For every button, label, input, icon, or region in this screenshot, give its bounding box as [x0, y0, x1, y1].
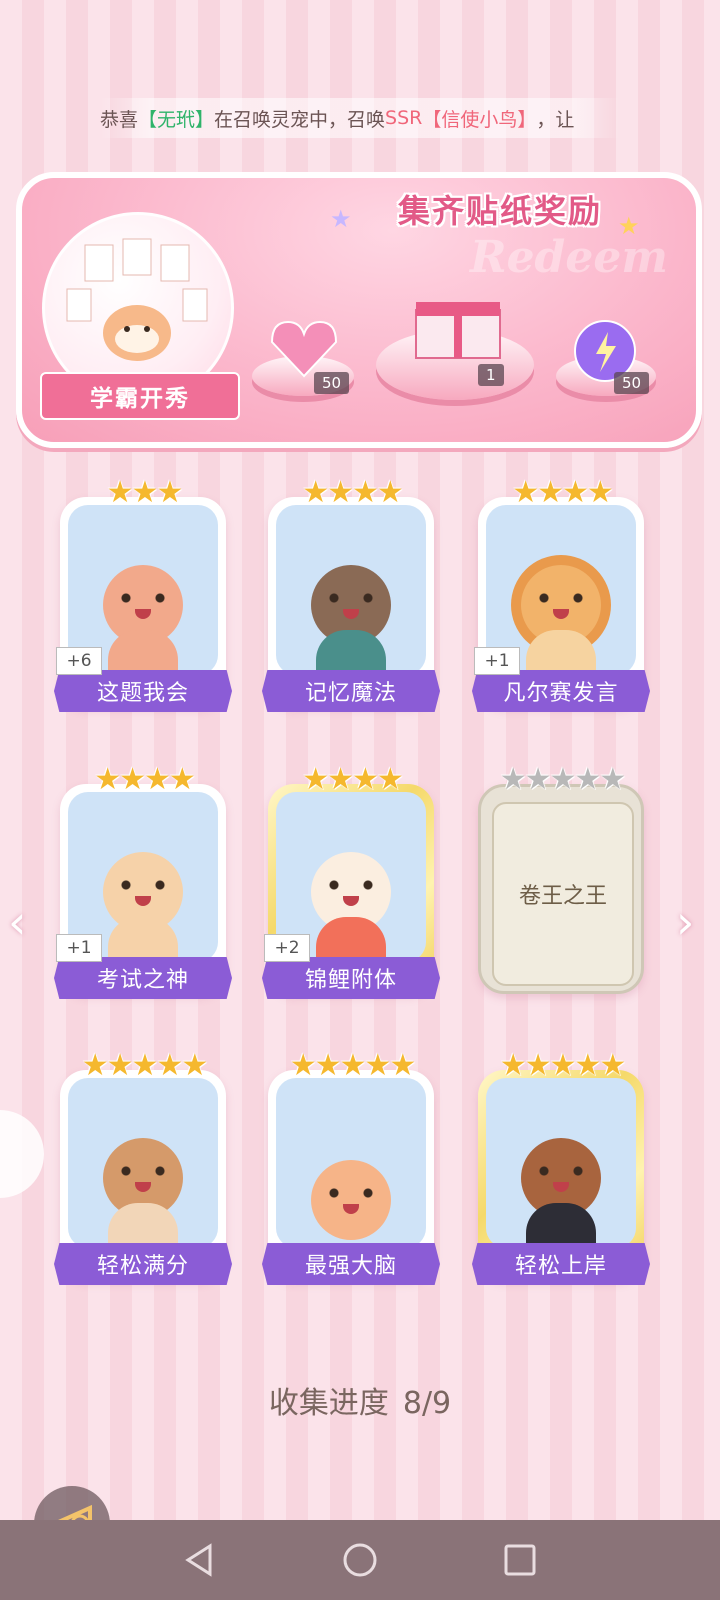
next-page-arrow-icon[interactable]: › — [676, 895, 694, 949]
collection-progress: 收集进度 8/9 — [0, 1378, 720, 1422]
sticker-card-locked[interactable]: 卷王之王 ★★★★★ — [478, 762, 646, 1002]
ticker-prefix: 恭喜 — [100, 108, 139, 131]
heart-qty: 50 — [314, 372, 350, 394]
sticker-card[interactable]: ★★★★ 凡尔赛发言 +1 — [472, 475, 650, 715]
sticker-name: 记忆魔法 — [262, 670, 440, 712]
progress-value: 8/9 — [402, 1386, 452, 1421]
star-rating: ★★★★★ — [499, 762, 626, 797]
orb-qty: 50 — [614, 372, 650, 394]
sticker-name: 轻松上岸 — [472, 1243, 650, 1285]
ticker-player: 【无玳】 — [138, 108, 215, 131]
ticker-suffix: ，让 — [536, 108, 575, 131]
system-navbar — [0, 1520, 720, 1600]
star-rating: ★★★★★ — [289, 1048, 416, 1083]
sticker-card[interactable]: ★★★★ 锦鲤附体 +2 — [262, 762, 440, 1002]
star-rating: ★★★★★ — [81, 1048, 208, 1083]
home-icon[interactable] — [340, 1540, 380, 1580]
star-rating: ★★★ — [106, 475, 184, 510]
announcement-ticker: 恭喜 【无玳】 在召唤灵宠中，召唤 SSR 【信使小鸟】 ，让 — [100, 98, 620, 138]
ticker-middle: 在召唤灵宠中，召唤 — [214, 108, 386, 131]
sticker-name: 考试之神 — [54, 957, 232, 999]
ticker-pet: 【信使小鸟】 — [422, 108, 537, 131]
star-rating: ★★★★ — [302, 475, 404, 510]
sticker-name: 锦鲤附体 — [262, 957, 440, 999]
sticker-name: 凡尔赛发言 — [472, 670, 650, 712]
card-art — [68, 1078, 218, 1248]
side-menu-tab[interactable] — [0, 1110, 44, 1198]
sticker-name: 这题我会 — [54, 670, 232, 712]
star-rating: ★★★★★ — [499, 1048, 626, 1083]
reward-title: 集齐贴纸奖励 — [397, 192, 602, 230]
ticker-rarity: SSR — [385, 107, 423, 129]
sticker-card[interactable]: ★★★★ 考试之神 +1 — [54, 762, 232, 1002]
progress-label: 收集进度 — [268, 1386, 389, 1421]
star-rating: ★★★★ — [94, 762, 196, 797]
duplicate-count: +1 — [56, 934, 102, 962]
back-icon[interactable] — [180, 1540, 220, 1580]
sticker-card[interactable]: ★★★ 这题我会 +6 — [54, 475, 232, 715]
duplicate-count: +1 — [474, 647, 520, 675]
recents-icon[interactable] — [500, 1540, 540, 1580]
card-art — [486, 1078, 636, 1248]
sticker-card[interactable]: ★★★★★ 最强大脑 — [262, 1048, 440, 1288]
sticker-card[interactable]: ★★★★ 记忆魔法 — [262, 475, 440, 715]
cat-papers-icon — [311, 1160, 391, 1240]
gift-qty: 1 — [478, 364, 504, 386]
sticker-name: 轻松满分 — [54, 1243, 232, 1285]
sticker-card[interactable]: ★★★★★ 轻松满分 — [54, 1048, 232, 1288]
prev-page-arrow-icon[interactable]: ‹ — [8, 895, 26, 949]
badge-ribbon: 学霸开秀 — [40, 372, 240, 420]
star-rating: ★★★★ — [302, 762, 404, 797]
duplicate-count: +6 — [56, 647, 102, 675]
sticker-name: 卷王之王 — [492, 802, 634, 986]
sticker-card[interactable]: ★★★★★ 轻松上岸 — [472, 1048, 650, 1288]
card-art — [276, 505, 426, 675]
duplicate-count: +2 — [264, 934, 310, 962]
sticker-name: 最强大脑 — [262, 1243, 440, 1285]
gift-box-icon[interactable] — [410, 292, 506, 370]
star-deco-icon: ★ — [330, 205, 352, 233]
star-rating: ★★★★ — [512, 475, 614, 510]
card-art — [276, 1078, 426, 1248]
